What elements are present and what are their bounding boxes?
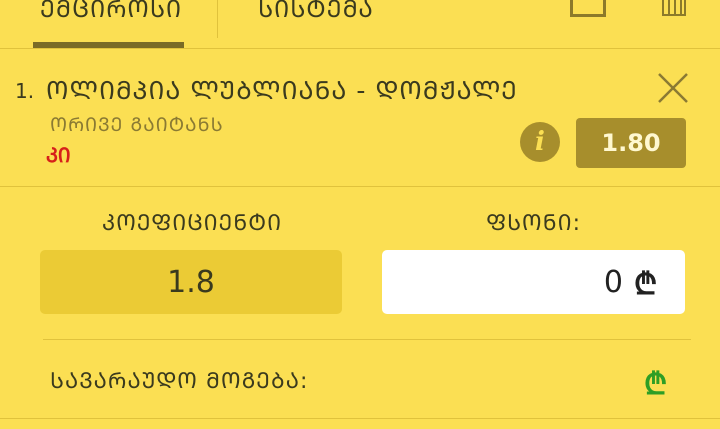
bet-slip-tabs: ᲔᲛᲪᲘᲠᲝᲡᲘ ᲡᲘᲡᲢᲔᲛᲐ [0,0,720,49]
bottom-divider [0,418,720,419]
stake-field[interactable]: ₾ [382,250,685,314]
selection-name: ᲙᲘ [46,143,71,167]
stake-label: ᲤᲡᲝᲜᲘ: [486,211,582,236]
coefficient-label: ᲙᲝᲔᲤᲘᲪᲘᲔᲜᲢᲘ [102,211,283,236]
bet-item: 1. ᲝᲚᲘᲛᲞᲘᲐ ᲚᲣᲑᲚᲘᲐᲜᲐ - ᲓᲝᲛᲟᲐᲚᲔ ᲝᲠᲘᲕᲔ ᲒᲐᲘᲢ… [0,49,720,187]
tab-system[interactable]: ᲡᲘᲡᲢᲔᲛᲐ [258,0,374,25]
trash-icon[interactable] [662,0,686,16]
match-title: ᲝᲚᲘᲛᲞᲘᲐ ᲚᲣᲑᲚᲘᲐᲜᲐ - ᲓᲝᲛᲟᲐᲚᲔ [46,76,518,105]
odds-badge: 1.80 [576,118,686,168]
stake-input[interactable] [382,250,627,314]
divider [43,339,691,340]
tab-single[interactable]: ᲔᲛᲪᲘᲠᲝᲡᲘ [40,0,182,25]
bet-index: 1. [15,79,35,103]
coefficient-value: 1.8 [40,250,342,314]
market-name: ᲝᲠᲘᲕᲔ ᲒᲐᲘᲢᲐᲜᲡ [50,114,224,136]
close-icon[interactable] [656,71,690,105]
square-icon[interactable] [570,0,606,17]
info-icon[interactable]: i [520,122,560,162]
tab-divider [217,0,218,38]
lari-currency-icon: ₾ [634,267,658,302]
active-tab-indicator [33,42,184,48]
lari-win-icon: ₾ [644,367,668,402]
potential-win-label: ᲡᲐᲕᲐᲠᲐᲣᲓᲝ ᲛᲝᲒᲔᲑᲐ: [50,369,309,394]
